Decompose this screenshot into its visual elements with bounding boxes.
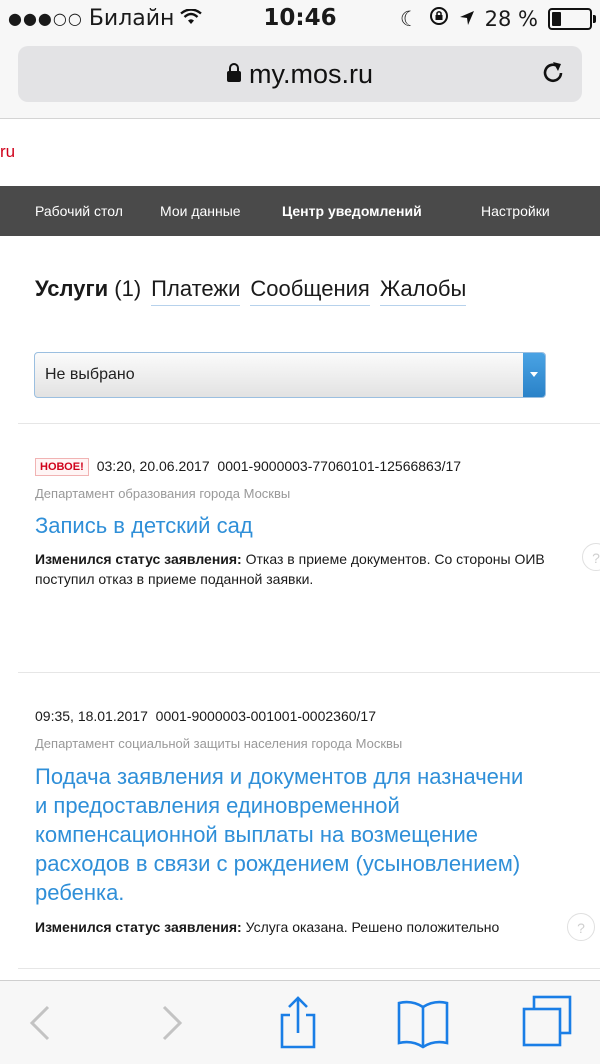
application-number: 0001-9000003-77060101-12566863/17 xyxy=(217,458,462,474)
tab-complaints[interactable]: Жалобы xyxy=(379,276,467,306)
back-icon[interactable] xyxy=(12,995,72,1051)
divider xyxy=(18,423,600,424)
department: Департамент образования города Москвы xyxy=(35,486,291,501)
service-title-link[interactable]: Подача заявления и документов для назнач… xyxy=(35,762,523,907)
title-line: компенсационной выплаты на возмещение xyxy=(35,822,478,847)
site-logo-fragment[interactable]: ru xyxy=(0,142,15,162)
browser-address-area: my.mos.ru xyxy=(0,38,600,119)
nav-item-settings[interactable]: Настройки xyxy=(481,203,550,219)
share-icon[interactable] xyxy=(268,995,328,1051)
tab-services-count: (1) xyxy=(114,276,142,301)
status-text: Услуга оказана. Решено положительно xyxy=(241,919,500,935)
notification-datetime: 09:35, 18.01.2017 xyxy=(35,708,148,724)
tab-payments[interactable]: Платежи xyxy=(151,276,241,306)
divider xyxy=(18,672,600,673)
new-badge: НОВОЕ! xyxy=(35,458,89,476)
notification-datetime: 03:20, 20.06.2017 xyxy=(96,458,210,474)
tab-services-label: Услуги xyxy=(35,276,109,301)
battery-icon xyxy=(548,7,596,30)
reload-icon[interactable] xyxy=(538,58,568,88)
status-message: Изменился статус заявления: Услуга оказа… xyxy=(35,917,580,937)
title-line: и предоставления единовременной xyxy=(35,793,400,818)
title-line: ребенка. xyxy=(35,880,125,905)
help-icon[interactable]: ? xyxy=(567,913,595,941)
help-icon[interactable]: ? xyxy=(582,543,600,571)
title-line: расходов в связи с рождением (усыновлени… xyxy=(35,851,521,876)
department: Департамент социальной защиты населения … xyxy=(35,736,403,751)
location-arrow-icon xyxy=(459,7,475,31)
application-number: 0001-9000003-001001-0002360/17 xyxy=(155,708,376,724)
tab-messages[interactable]: Сообщения xyxy=(250,276,370,306)
select-value: Не выбрано xyxy=(45,366,135,383)
nav-item-my-data[interactable]: Мои данные xyxy=(160,203,241,219)
main-nav: Рабочий стол Мои данные Центр уведомлени… xyxy=(0,186,600,236)
nav-item-desktop[interactable]: Рабочий стол xyxy=(35,203,123,219)
tabs-icon[interactable] xyxy=(518,995,578,1051)
bookmarks-icon[interactable] xyxy=(393,995,453,1051)
nav-item-notification-center[interactable]: Центр уведомлений xyxy=(282,203,422,219)
divider xyxy=(18,968,600,969)
forward-icon[interactable] xyxy=(142,995,202,1051)
url-text: my.mos.ru xyxy=(248,59,373,89)
service-title-link[interactable]: Запись в детский сад xyxy=(35,511,253,540)
browser-toolbar xyxy=(0,980,600,1064)
rotation-lock-icon xyxy=(429,6,449,31)
moon-icon: ☾ xyxy=(399,6,419,31)
address-bar[interactable]: my.mos.ru xyxy=(18,46,582,102)
service-filter-select[interactable]: Не выбрано xyxy=(34,352,546,398)
lock-icon xyxy=(226,63,241,82)
chevron-down-icon xyxy=(523,353,545,397)
status-message: Изменился статус заявления: Отказ в прие… xyxy=(35,549,580,589)
status-label: Изменился статус заявления: xyxy=(35,919,242,935)
category-tabs: Услуги (1) Платежи Сообщения Жалобы xyxy=(35,276,467,306)
title-line: Подача заявления и документов для назнач… xyxy=(35,764,524,789)
battery-percent: 28 % xyxy=(484,6,538,31)
status-label: Изменился статус заявления: xyxy=(35,551,242,567)
status-bar: ●●●○○ Билайн 10:46 ☾ 28 % xyxy=(0,0,600,38)
tab-services[interactable]: Услуги (1) xyxy=(35,276,141,306)
